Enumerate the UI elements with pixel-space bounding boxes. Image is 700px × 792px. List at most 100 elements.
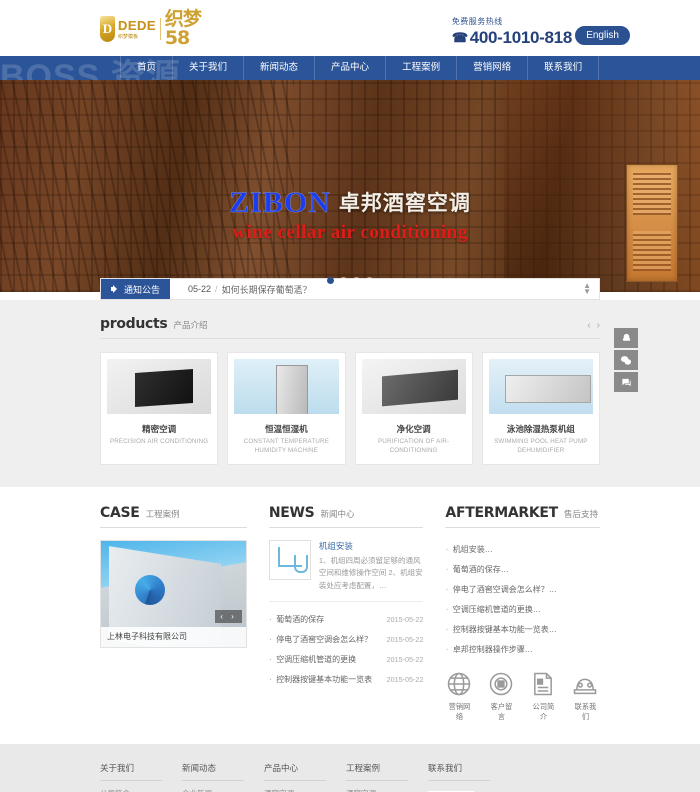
nav-item-products[interactable]: 产品中心 (315, 56, 387, 80)
products-wrapper: products 产品介绍 ‹ › 精密空调 PRECISION AIR CON… (100, 316, 638, 465)
aftermarket-title-cn: 售后支持 (563, 508, 598, 519)
quicklink-feedback[interactable]: 客户留言 (487, 670, 515, 722)
banner-dot-4[interactable] (366, 277, 373, 284)
aftermarket-list-item[interactable]: 空调压缩机管道的更换… (445, 600, 600, 620)
footer-heading: 工程案例 (346, 762, 408, 781)
banner-brand: ZIBON (229, 186, 331, 219)
product-card[interactable]: 恒温恒湿机 CONSTANT TEMPERATURE HUMIDITY MACH… (227, 352, 346, 465)
news-list-item[interactable]: 空调压缩机管道的更换 2015-05-22 (269, 649, 424, 669)
news-featured-desc: 1、机组四周必须留足够的通风空间和维修操作空间 2、机组安装处应考虑配置，… (318, 555, 423, 590)
news-thumbnail-icon (268, 539, 311, 580)
quicklink-network[interactable]: 营销网络 (445, 670, 473, 722)
aftermarket-list-item[interactable]: 机组安装… (445, 540, 600, 560)
hotline-number: ☎ 400-1010-818 (452, 28, 572, 48)
content-columns: CASE 工程案例 ‹ › 上林电子科技有限公司 NEWS 新闻中心 机组安装 … (100, 505, 600, 722)
footer-link[interactable]: 酒窖空调 (346, 788, 428, 792)
case-title-cn: 工程案例 (145, 508, 180, 519)
notice-scroll-arrows-icon[interactable]: ▲ ▼ (583, 282, 591, 296)
message-tool-button[interactable] (614, 372, 638, 392)
banner-brand-cn: 卓邦酒窖空调 (338, 191, 471, 215)
quicklink-contact[interactable]: 联系我们 (571, 670, 599, 722)
news-featured-text: 机组安装 1、机组四周必须留足够的通风空间和维修操作空间 2、机组安装处应考虑配… (319, 540, 424, 592)
banner-dot-2[interactable] (340, 277, 347, 284)
hero-banner: ZIBON 卓邦酒窖空调 wine cellar air conditioning… (0, 80, 700, 292)
news-list-item[interactable]: 停电了酒窖空调会怎么样？ 2015-05-22 (269, 629, 423, 649)
aftermarket-list-item[interactable]: 卓邦控制器操作步骤… (445, 640, 600, 660)
logo-dede-main: DEDE (117, 18, 157, 33)
product-name: 精密空调 (142, 424, 177, 434)
product-card[interactable]: 精密空调 PRECISION AIR CONDITIONING (100, 352, 219, 465)
floating-side-tools (614, 328, 638, 394)
news-item-date: 2015-05-22 (386, 654, 424, 664)
news-item-title: 葡萄酒的保存 (276, 614, 325, 624)
product-name-en: CONSTANT TEMPERATURE HUMIDITY MACHINE (243, 438, 330, 454)
product-image (488, 359, 593, 414)
case-title-en: CASE (100, 504, 140, 521)
aftermarket-list: 机组安装… 葡萄酒的保存… 停电了酒窖空调会怎么样？… 空调压缩机管道的更换… … (445, 540, 600, 660)
language-button[interactable]: English (575, 26, 630, 45)
products-carousel-nav: ‹ › (587, 320, 600, 331)
notice-tag[interactable]: 通知公告 (101, 279, 171, 299)
product-image (234, 359, 339, 414)
aftermarket-column: AFTERMARKET 售后支持 机组安装… 葡萄酒的保存… 停电了酒窖空调会怎… (445, 505, 600, 722)
footer-heading: 新闻动态 (182, 762, 244, 781)
case-column: CASE 工程案例 ‹ › 上林电子科技有限公司 (100, 505, 247, 722)
banner-dot-3[interactable] (353, 277, 360, 284)
aftermarket-list-item[interactable]: 葡萄酒的保存… (445, 560, 600, 580)
aftermarket-list-item[interactable]: 控制器按键基本功能一览表… (445, 620, 600, 640)
product-card[interactable]: 净化空调 PURIFICATION OF AIR-CONDITIONING (354, 352, 473, 465)
banner-text-block: ZIBON 卓邦酒窖空调 wine cellar air conditioning (0, 186, 700, 244)
products-grid: 精密空调 PRECISION AIR CONDITIONING 恒温恒湿机 CO… (100, 352, 600, 465)
logo-badge-icon: D (100, 16, 115, 42)
news-list-item[interactable]: 葡萄酒的保存 2015-05-22 (269, 609, 423, 629)
footer-column-contact: 联系我们 (428, 762, 548, 792)
product-card[interactable]: 泳池除湿热泵机组 SWIMMING POOL HEAT PUMP DEHUMID… (481, 352, 600, 465)
wechat-tool-button[interactable] (614, 350, 638, 370)
news-featured-title[interactable]: 机组安装 (319, 540, 424, 552)
news-header: NEWS 新闻中心 (268, 505, 424, 528)
nav-item-cases[interactable]: 工程案例 (386, 56, 458, 80)
content-columns-section: CASE 工程案例 ‹ › 上林电子科技有限公司 NEWS 新闻中心 机组安装 … (0, 486, 700, 744)
news-list-item[interactable]: 控制器按键基本功能一览表 2015-05-22 (269, 669, 424, 689)
news-list: 葡萄酒的保存 2015-05-22 停电了酒窖空调会怎么样？ 2015-05-2… (269, 609, 424, 689)
wechat-icon (620, 355, 632, 365)
globe-icon (445, 670, 473, 698)
site-logo[interactable]: D DEDE 织梦模板 织梦58 (100, 10, 210, 48)
product-name-en: PRECISION AIR CONDITIONING (109, 438, 209, 445)
news-featured-item[interactable]: 机组安装 1、机组四周必须留足够的通风空间和维修操作空间 2、机组安装处应考虑配… (268, 539, 424, 603)
nav-item-about[interactable]: 关于我们 (173, 56, 245, 80)
quicklink-company[interactable]: 公司简介 (529, 670, 557, 722)
logo-chinese-text: 织梦58 (164, 8, 202, 49)
nav-item-home[interactable]: 首页 (120, 56, 174, 80)
products-next-arrow-icon[interactable]: › (597, 320, 600, 331)
news-item-title: 停电了酒窖空调会怎么样？ (276, 634, 373, 644)
qq-tool-button[interactable] (614, 328, 638, 348)
case-image[interactable]: ‹ › 上林电子科技有限公司 (100, 539, 247, 648)
aftermarket-list-item[interactable]: 停电了酒窖空调会怎么样？… (445, 580, 600, 600)
nav-item-news[interactable]: 新闻动态 (244, 56, 316, 80)
nav-item-contact[interactable]: 联系我们 (528, 56, 600, 80)
logo-divider (160, 18, 161, 40)
footer-column-news: 新闻动态 企业新闻 售后支持 产品知识 (182, 762, 264, 792)
logo-dede-sub: 织梦模板 (117, 34, 138, 40)
notice-separator: / (215, 284, 218, 294)
footer-link[interactable]: 公司简介 (100, 788, 182, 792)
notice-text[interactable]: 如何长期保存葡萄酒？ (222, 283, 312, 296)
footer-column-about: 关于我们 公司简介 企业文化 质量认证 企业荣誉 (100, 762, 182, 792)
banner-dot-1[interactable] (327, 277, 334, 284)
nav-item-network[interactable]: 营销网络 (457, 56, 529, 80)
product-name-en: PURIFICATION OF AIR-CONDITIONING (377, 438, 450, 454)
product-image (107, 359, 212, 414)
banner-subtitle: wine cellar air conditioning (232, 222, 468, 243)
speaker-icon (111, 285, 120, 293)
case-carousel-arrows-icon[interactable]: ‹ › (215, 609, 242, 623)
news-item-date: 2015-05-22 (386, 674, 424, 684)
aftermarket-title-en: AFTERMARKET (445, 504, 558, 521)
feedback-icon (487, 670, 515, 698)
footer-link[interactable]: 酒窖空调 (264, 788, 346, 792)
products-prev-arrow-icon[interactable]: ‹ (587, 320, 590, 331)
footer-link[interactable]: 企业新闻 (182, 788, 264, 792)
hotline-number-text: 400-1010-818 (469, 28, 573, 47)
qq-icon (622, 333, 630, 341)
quicklink-label: 联系我们 (574, 701, 597, 721)
